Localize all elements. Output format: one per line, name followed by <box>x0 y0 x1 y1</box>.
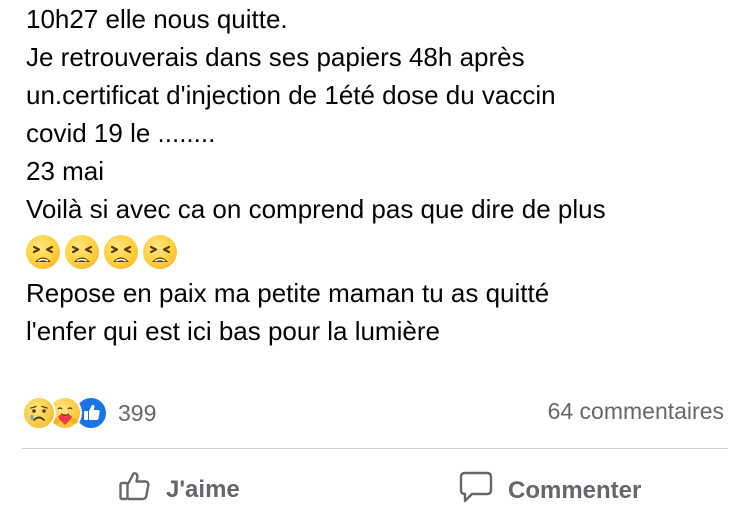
tired-face-icon <box>26 235 60 269</box>
reaction-count: 399 <box>118 399 157 426</box>
post-line: l'enfer qui est ici bas pour la lumière <box>26 316 440 346</box>
post-line: 10h27 elle nous quitte. <box>26 4 288 34</box>
tired-face-icon <box>143 235 177 269</box>
comment-button[interactable]: Commenter <box>458 470 641 511</box>
comment-bubble-icon <box>458 470 494 511</box>
reactions-summary[interactable]: 399 <box>22 396 156 430</box>
thumbs-up-icon <box>118 470 152 509</box>
post-line: un.certificat d'injection de 1été dose d… <box>26 80 556 110</box>
reaction-stats-bar: 399 64 commentaires <box>0 388 750 432</box>
post-line: Voilà si avec ca on comprend pas que dir… <box>26 194 606 224</box>
tired-face-icon <box>104 235 138 269</box>
like-button-label: J'aime <box>166 475 240 503</box>
post-actions-bar: J'aime Commenter <box>0 458 750 522</box>
post-body: 10h27 elle nous quitte. Je retrouverais … <box>26 0 741 350</box>
sad-reaction-icon <box>22 396 56 430</box>
comment-button-label: Commenter <box>508 476 642 504</box>
divider <box>22 448 728 449</box>
emoji-row <box>26 228 741 274</box>
post-line: Je retrouverais dans ses papiers 48h apr… <box>26 42 525 72</box>
comments-count-link[interactable]: 64 commentaires <box>548 398 724 425</box>
post-line: 23 mai <box>26 156 105 186</box>
tired-face-icon <box>65 235 99 269</box>
like-button[interactable]: J'aime <box>118 470 240 509</box>
post-line: Repose en paix ma petite maman tu as qui… <box>26 278 550 308</box>
post-line: covid 19 le ........ <box>26 118 216 148</box>
